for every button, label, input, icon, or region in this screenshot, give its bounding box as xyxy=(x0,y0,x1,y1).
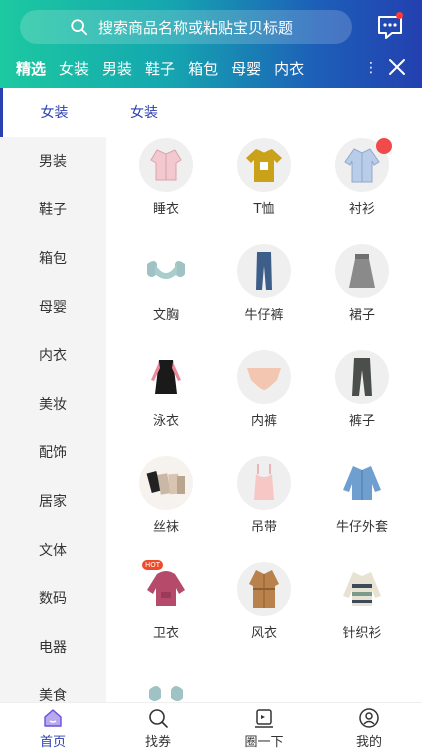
sidebar-item-appliances[interactable]: 电器 xyxy=(0,623,106,672)
category-underwear[interactable]: 内裤 xyxy=(214,350,314,429)
category-label: 睡衣 xyxy=(152,202,179,217)
category-label: T恤 xyxy=(253,202,275,217)
share-icon xyxy=(255,709,273,728)
close-icon[interactable] xyxy=(388,58,406,76)
sidebar-item-beauty[interactable]: 美妆 xyxy=(0,380,106,429)
category-pants[interactable]: 裤子 xyxy=(312,350,412,429)
camisole-icon xyxy=(237,456,291,510)
tab-womens[interactable]: 女装 xyxy=(59,58,89,79)
category-jeans[interactable]: 牛仔裤 xyxy=(214,244,314,323)
category-content: 女装 睡衣 T恤 衬衫 文胸 牛仔裤 裙子 泳衣 内裤 裤子 丝袜 吊带 牛仔外… xyxy=(106,88,422,702)
tab-bags[interactable]: 箱包 xyxy=(188,58,218,79)
notification-dot xyxy=(396,12,403,19)
nav-share[interactable]: 圈一下 xyxy=(224,707,304,750)
underwear-icon xyxy=(237,350,291,404)
category-label: 文胸 xyxy=(152,308,179,323)
category-tshirt[interactable]: T恤 xyxy=(214,138,314,217)
category-label: 丝袜 xyxy=(152,520,179,535)
tab-featured[interactable]: 精选 xyxy=(16,58,46,79)
sidebar-item-baby[interactable]: 母婴 xyxy=(0,282,106,331)
nav-coupons[interactable]: 找券 xyxy=(118,707,198,750)
category-lingerie-set[interactable] xyxy=(116,668,216,702)
category-sidebar: 女装 男装 鞋子 箱包 母婴 内衣 美妆 配饰 居家 文体 数码 电器 美食 xyxy=(0,88,106,702)
category-pajamas[interactable]: 睡衣 xyxy=(116,138,216,217)
sidebar-item-underwear[interactable]: 内衣 xyxy=(0,331,106,380)
category-stockings[interactable]: 丝袜 xyxy=(116,456,216,535)
more-tabs-icon[interactable]: ⋮ xyxy=(364,58,378,78)
category-label: 牛仔裤 xyxy=(244,308,284,323)
stockings-icon xyxy=(139,456,193,510)
category-camisole[interactable]: 吊带 xyxy=(214,456,314,535)
category-shirt[interactable]: 衬衫 xyxy=(312,138,412,217)
top-header: 搜索商品名称或粘贴宝贝标题 精选 女装 男装 鞋子 箱包 母婴 内衣 ⋮ xyxy=(0,0,422,88)
category-tabs: 精选 女装 男装 鞋子 箱包 母婴 内衣 xyxy=(0,52,380,84)
category-label: 吊带 xyxy=(250,520,277,535)
tab-mens[interactable]: 男装 xyxy=(102,58,132,79)
sidebar-item-bags[interactable]: 箱包 xyxy=(0,234,106,283)
nav-profile[interactable]: 我的 xyxy=(329,707,409,750)
sidebar-item-digital[interactable]: 数码 xyxy=(0,574,106,623)
sidebar-item-womens[interactable]: 女装 xyxy=(0,88,106,137)
sidebar-item-home[interactable]: 居家 xyxy=(0,477,106,526)
bottom-nav: 首页 找券 圈一下 我的 xyxy=(0,702,422,750)
swimsuit-icon xyxy=(139,350,193,404)
home-icon xyxy=(44,709,62,727)
category-trench-coat[interactable]: 风衣 xyxy=(214,562,314,641)
fire-badge-icon xyxy=(376,138,392,154)
pants-icon xyxy=(335,350,389,404)
sidebar-item-mens[interactable]: 男装 xyxy=(0,137,106,186)
search-icon xyxy=(71,19,88,36)
sidebar-item-shoes[interactable]: 鞋子 xyxy=(0,185,106,234)
tab-baby[interactable]: 母婴 xyxy=(231,58,261,79)
category-label: 裙子 xyxy=(348,308,375,323)
nav-profile-label: 我的 xyxy=(355,735,382,750)
section-title: 女装 xyxy=(130,105,158,121)
sidebar-item-accessories[interactable]: 配饰 xyxy=(0,428,106,477)
category-label: 风衣 xyxy=(250,626,277,641)
category-label: 牛仔外套 xyxy=(335,520,388,535)
search-icon xyxy=(149,709,168,728)
category-label: 泳衣 xyxy=(152,414,179,429)
category-bra[interactable]: 文胸 xyxy=(116,244,216,323)
pajamas-icon xyxy=(139,138,193,192)
category-label: 针织衫 xyxy=(342,626,382,641)
category-cardigan[interactable]: 针织衫 xyxy=(312,562,412,641)
profile-icon xyxy=(359,708,379,728)
nav-home[interactable]: 首页 xyxy=(13,707,93,750)
sidebar-item-stationery[interactable]: 文体 xyxy=(0,525,106,574)
tab-underwear[interactable]: 内衣 xyxy=(274,58,304,79)
tab-shoes[interactable]: 鞋子 xyxy=(145,58,175,79)
category-denim-jacket[interactable]: 牛仔外套 xyxy=(312,456,412,535)
tshirt-icon xyxy=(237,138,291,192)
hot-badge: HOT xyxy=(142,560,164,570)
category-skirt[interactable]: 裙子 xyxy=(312,244,412,323)
category-hoodie[interactable]: HOT 卫衣 xyxy=(116,560,216,641)
jeans-icon xyxy=(237,244,291,298)
search-bar[interactable]: 搜索商品名称或粘贴宝贝标题 xyxy=(20,10,352,44)
sidebar-item-food[interactable]: 美食 xyxy=(0,671,106,702)
category-label: 内裤 xyxy=(250,414,277,429)
bra-icon xyxy=(139,244,193,298)
category-label: 衬衫 xyxy=(348,202,375,217)
nav-home-label: 首页 xyxy=(39,735,66,750)
category-swimsuit[interactable]: 泳衣 xyxy=(116,350,216,429)
denim-jacket-icon xyxy=(335,456,389,510)
category-label: 裤子 xyxy=(348,414,375,429)
search-placeholder: 搜索商品名称或粘贴宝贝标题 xyxy=(98,18,294,37)
hoodie-icon xyxy=(139,562,193,616)
category-label: 卫衣 xyxy=(152,626,179,641)
lingerie-set-icon xyxy=(139,668,193,702)
nav-coupons-label: 找券 xyxy=(144,735,171,750)
skirt-icon xyxy=(335,244,389,298)
cardigan-icon xyxy=(335,562,389,616)
trench-coat-icon xyxy=(237,562,291,616)
nav-share-label: 圈一下 xyxy=(244,735,284,750)
